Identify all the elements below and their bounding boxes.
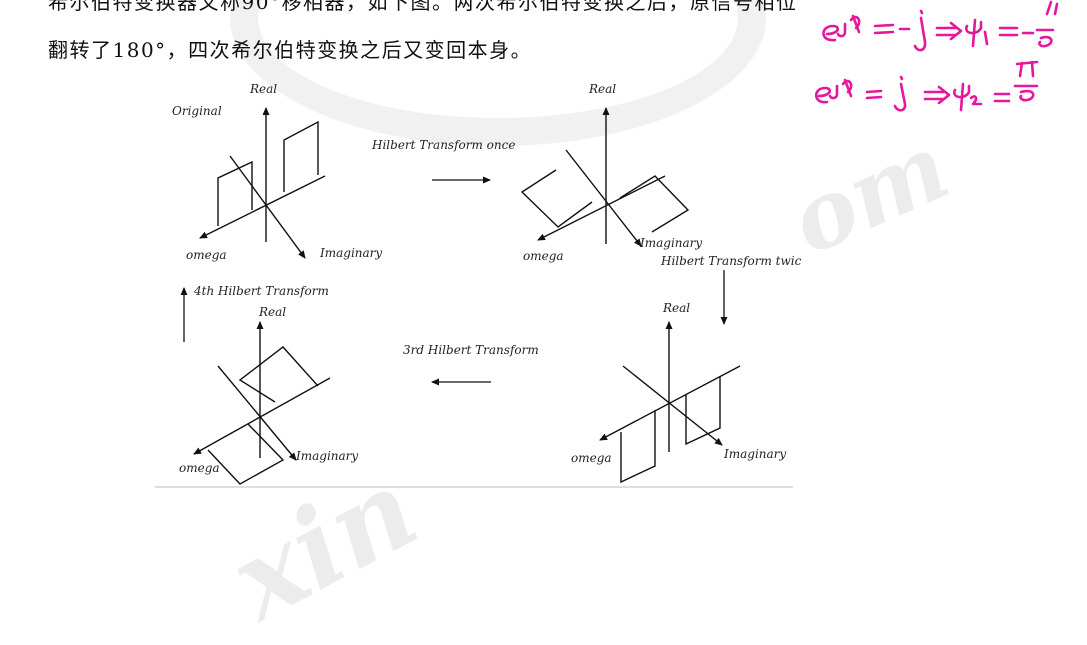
real-axis-label: Real — [662, 301, 690, 315]
hw-e — [814, 86, 832, 104]
imaginary-axis-label: Imaginary — [295, 449, 358, 463]
panel-once — [520, 107, 690, 247]
omega-axis-label: omega — [179, 461, 220, 475]
imaginary-axis — [217, 365, 297, 461]
hw-equals — [865, 89, 883, 100]
imaginary-axis-label: Imaginary — [723, 447, 786, 461]
hw-phi — [841, 78, 853, 98]
handwritten-note — [814, 0, 1059, 112]
panel-original — [199, 107, 326, 259]
transform-label: 4th Hilbert Transform — [193, 284, 329, 298]
panel-title: Original — [172, 104, 222, 118]
transform-label: Hilbert Transform twic — [660, 254, 802, 268]
hw-fraction — [1035, 28, 1055, 48]
omega-axis — [193, 377, 331, 455]
omega-axis — [537, 175, 666, 241]
hw-e — [822, 24, 840, 42]
imaginary-axis — [622, 365, 723, 446]
hw-fraction — [1013, 60, 1039, 102]
transform-label: 3rd Hilbert Transform — [403, 343, 539, 357]
omega-axis-label: omega — [571, 451, 612, 465]
spectrum-rect — [238, 346, 319, 403]
hw-phi — [953, 82, 971, 112]
real-axis-label: Real — [258, 305, 286, 319]
omega-axis-label: omega — [186, 248, 227, 262]
transform-label: Hilbert Transform once — [371, 138, 515, 152]
spectrum-rect — [619, 175, 690, 233]
hw-implies — [935, 21, 963, 41]
spectrum-rect — [217, 160, 253, 226]
hw-j — [836, 22, 847, 38]
imaginary-axis — [229, 155, 306, 259]
hw-equals — [998, 26, 1019, 37]
hw-equals — [993, 92, 1011, 103]
panel-twice — [599, 321, 741, 484]
imaginary-axis-label: Imaginary — [639, 236, 702, 250]
imaginary-axis — [565, 149, 642, 247]
imaginary-axis-label: Imaginary — [319, 246, 382, 260]
hw-phi — [965, 18, 983, 48]
hw-j — [913, 9, 927, 52]
hw-equals — [873, 23, 895, 35]
hw-j — [893, 75, 907, 112]
spectrum-rect — [207, 423, 285, 485]
hw-j — [828, 84, 839, 100]
omega-axis-label: omega — [523, 249, 564, 263]
real-axis-label: Real — [249, 82, 277, 96]
hw-implies — [923, 85, 951, 105]
hw-pi — [1045, 0, 1059, 16]
hw-subscript — [969, 95, 983, 106]
spectrum-rect — [620, 410, 656, 484]
omega-axis — [199, 175, 326, 239]
hw-phi — [849, 14, 861, 34]
hw-subscript — [983, 30, 989, 46]
real-axis-label: Real — [588, 82, 616, 96]
